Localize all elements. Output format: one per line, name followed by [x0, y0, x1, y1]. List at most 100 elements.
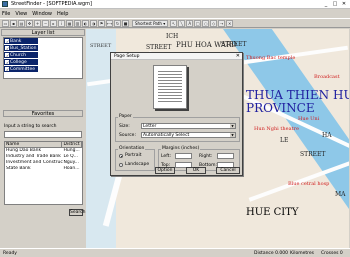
table-row[interactable]: State Bank Hoan...: [5, 166, 82, 172]
map-label-thuong-bac: Thuong Bac temple: [246, 55, 296, 61]
print-icon[interactable]: ▤: [18, 19, 25, 27]
menu-view[interactable]: View: [15, 11, 27, 17]
landscape-label: Landscape: [125, 162, 150, 167]
cell-district: Hoan...: [63, 166, 80, 171]
size-value: Letter: [143, 124, 157, 129]
zoom-out-icon[interactable]: −: [42, 19, 49, 27]
column-name[interactable]: Name: [5, 142, 63, 147]
refresh-icon[interactable]: ↻: [114, 19, 121, 27]
map-label-street: STREET: [221, 41, 247, 48]
stop-icon[interactable]: ■: [122, 19, 129, 27]
map-label-province-1: THUA THIEN HU: [246, 88, 349, 102]
map-label-street: STREET: [300, 151, 326, 158]
layer-item-bus-station[interactable]: ✓ Bus_Station: [4, 45, 38, 51]
window-title: StreetFinder - [SOFTPEDIA.wgm]: [11, 1, 92, 7]
menu-file[interactable]: File: [2, 11, 10, 17]
left-label: Left:: [161, 154, 171, 159]
right-label: Right:: [199, 154, 213, 159]
arrow-icon[interactable]: →: [218, 19, 226, 27]
measure-icon[interactable]: ⟷: [106, 19, 113, 27]
pointer-icon[interactable]: ↖: [170, 19, 178, 27]
map-label-street: STREET: [146, 44, 172, 51]
map-label-ha: HA: [322, 132, 332, 139]
search-button[interactable]: Search: [69, 209, 85, 216]
minimize-button[interactable]: _: [322, 1, 330, 7]
title-bar: StreetFinder - [SOFTPEDIA.wgm] _ □ ✕: [0, 0, 350, 9]
option-button[interactable]: Option: [155, 167, 175, 174]
toolbar: ▭ ▪ ▤ ✥ + − ▸ i ▦ ▥ ◐ ◑ ⚑ ⟷ ↻ ■ Shortest…: [0, 18, 350, 28]
source-select[interactable]: Automatically Select ▼: [141, 132, 236, 138]
menu-help[interactable]: Help: [57, 11, 68, 17]
layer-item-bank[interactable]: ✓ Bank: [4, 38, 38, 44]
app-icon: [2, 1, 8, 7]
paper-group: [115, 117, 240, 142]
search-label: Input a string to search: [4, 124, 57, 129]
open-icon[interactable]: ▭: [2, 19, 9, 27]
menu-bar: File View Window Help: [0, 9, 350, 18]
polygon-icon[interactable]: ◇: [210, 19, 218, 27]
cancel-button[interactable]: Cancel: [216, 167, 240, 174]
layer-label: Bus_Station: [10, 45, 37, 51]
search-input[interactable]: [4, 131, 82, 138]
dialog-title: Page Setup: [111, 53, 242, 60]
landscape-radio[interactable]: [119, 163, 123, 167]
map-label-broadcast: Broadcast: [314, 74, 340, 80]
layer-item-college[interactable]: ✓ College: [4, 59, 38, 65]
ok-button[interactable]: OK: [186, 167, 206, 174]
layer-label: Committee: [10, 66, 35, 72]
layer-checkbox[interactable]: ✓: [5, 39, 9, 44]
layer-label: Bank: [10, 38, 22, 44]
zoom-in-icon[interactable]: +: [34, 19, 41, 27]
right-margin-input[interactable]: [217, 153, 234, 159]
pan-icon[interactable]: ✥: [26, 19, 33, 27]
map-label-province-2: PROVINCE: [246, 101, 315, 115]
map-label-le: LE: [280, 137, 289, 144]
app-window: StreetFinder - [SOFTPEDIA.wgm] _ □ ✕ Fil…: [0, 0, 350, 257]
layer-checkbox[interactable]: ✓: [5, 67, 9, 72]
map-label-hue-city: HUE CITY: [246, 207, 299, 218]
favorites-title[interactable]: Favorites: [3, 110, 83, 117]
size-select[interactable]: Letter ▼: [141, 123, 236, 129]
chevron-down-icon: ▼: [230, 124, 235, 128]
layer-list[interactable]: ✓ Bank ✓ Bus_Station ✓ Church ✓ College ✓ Com…: [3, 37, 83, 79]
grid-icon[interactable]: ▦: [66, 19, 73, 27]
maximize-button[interactable]: □: [331, 1, 339, 7]
ellipse-icon[interactable]: ○: [202, 19, 210, 27]
portrait-radio[interactable]: [119, 154, 123, 158]
paper-group-label: Paper: [118, 114, 133, 119]
map-label-street: STREET: [90, 43, 112, 49]
layer-checkbox[interactable]: ✓: [5, 53, 9, 58]
page-setup-dialog: Page Setup ✕ Paper Size: Letter ▼ Source:…: [110, 52, 243, 176]
map-label-hue-uni: Hue Uni: [298, 116, 320, 122]
size-label: Size:: [119, 124, 130, 129]
text-icon[interactable]: A: [186, 19, 194, 27]
status-unit: Kilometres: [290, 250, 314, 256]
column-district[interactable]: District: [62, 142, 82, 147]
left-margin-input[interactable]: [175, 153, 192, 159]
layer-checkbox[interactable]: ✓: [5, 46, 9, 51]
flag-icon[interactable]: ⚑: [98, 19, 105, 27]
select-icon[interactable]: ▸: [50, 19, 57, 27]
save-icon[interactable]: ▪: [10, 19, 17, 27]
info-icon[interactable]: i: [58, 19, 65, 27]
route-end-icon[interactable]: ◑: [90, 19, 97, 27]
status-distance: Distance 0.000: [254, 250, 288, 256]
close-icon[interactable]: ✕: [236, 54, 240, 59]
layers-icon[interactable]: ▥: [74, 19, 81, 27]
layer-checkbox[interactable]: ✓: [5, 60, 9, 65]
margins-group-label: Margins (inches): [161, 146, 201, 151]
close-button[interactable]: ✕: [340, 1, 348, 7]
cell-name: State Bank: [6, 166, 31, 171]
status-crosses: Crosses 0: [321, 250, 343, 256]
layer-item-committee[interactable]: ✓ Committee: [4, 66, 38, 72]
layer-label: College: [10, 59, 27, 65]
search-results-table: Name District Hung Dao Bank Hung... Indus…: [4, 141, 83, 205]
shortest-path-dropdown[interactable]: Shortest Path ▾: [132, 19, 169, 27]
line-icon[interactable]: ╲: [178, 19, 186, 27]
portrait-label: Portrait: [125, 153, 142, 158]
delete-icon[interactable]: ✕: [226, 19, 234, 27]
rect-icon[interactable]: □: [194, 19, 202, 27]
route-start-icon[interactable]: ◐: [82, 19, 89, 27]
menu-window[interactable]: Window: [32, 11, 52, 17]
layer-item-church[interactable]: ✓ Church: [4, 52, 38, 58]
